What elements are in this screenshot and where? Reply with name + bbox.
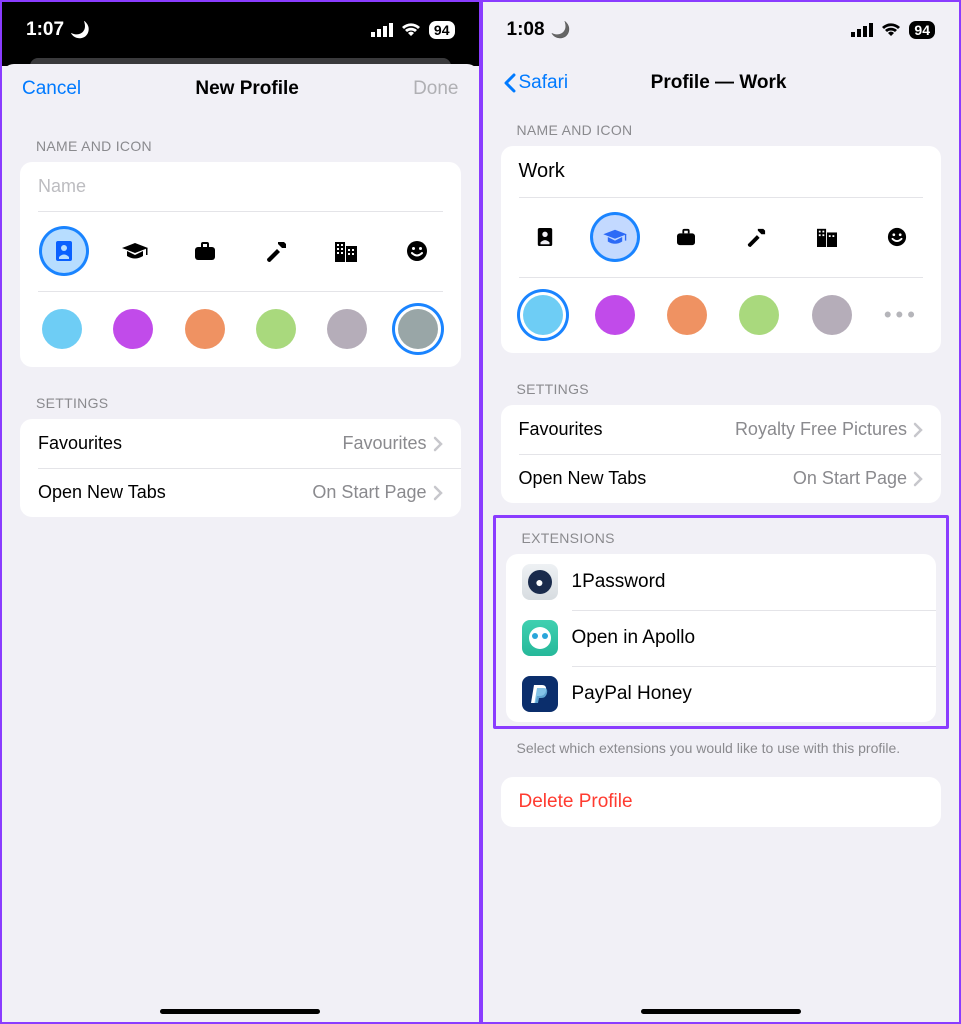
nav-title: Profile — Work [651,72,787,94]
battery-indicator: 94 [429,21,455,39]
row-value: Royalty Free Pictures [735,419,907,440]
screenshot-profile-work: 1:08 94 Safari Profile — Work NAME AND I… [481,0,961,1024]
status-bar: 1:08 94 [483,2,960,58]
row-value: On Start Page [793,468,907,489]
color-slate[interactable] [398,309,438,349]
row-label: Favourites [519,419,603,440]
icon-smiley[interactable] [875,215,919,259]
color-picker-row [20,291,461,367]
section-header-name-icon: NAME AND ICON [2,110,479,162]
color-sky[interactable] [523,295,563,335]
icon-graduation[interactable] [593,215,637,259]
chevron-right-icon [433,436,443,452]
settings-card: Favourites Royalty Free Pictures Open Ne… [501,405,942,503]
extension-label: Open in Apollo [572,627,696,649]
profile-name-field[interactable]: Work [501,146,942,197]
color-green[interactable] [256,309,296,349]
section-header-extensions: EXTENSIONS [496,524,947,554]
extension-label: 1Password [572,571,666,593]
profile-name-value: Work [519,160,565,183]
icon-building[interactable] [324,229,368,273]
color-purple[interactable] [113,309,153,349]
chevron-right-icon [433,485,443,501]
status-bar: 1:07 94 [2,2,479,58]
extensions-footnote: Select which extensions you would like t… [483,729,960,759]
app-icon-1password: ● [522,564,558,600]
modal-sheet: Cancel New Profile Done NAME AND ICON [2,64,479,1022]
row-label: Open New Tabs [38,482,166,503]
icon-building[interactable] [805,215,849,259]
color-orange[interactable] [185,309,225,349]
status-time: 1:07 [26,19,64,41]
wifi-icon [401,23,421,37]
extensions-card: ● 1Password Open in Apollo PayPal Honey [506,554,937,722]
delete-card: Delete Profile [501,777,942,827]
name-icon-card [20,162,461,367]
dnd-icon [551,19,571,41]
profile-name-field[interactable] [20,162,461,211]
favourites-row[interactable]: Favourites Royalty Free Pictures [501,405,942,454]
favourites-row[interactable]: Favourites Favourites [20,419,461,468]
cellular-icon [371,23,393,37]
section-header-name-icon: NAME AND ICON [483,104,960,146]
name-icon-card: Work [501,146,942,353]
app-icon-apollo [522,620,558,656]
row-value: On Start Page [312,482,426,503]
icon-hammer[interactable] [734,215,778,259]
color-sky[interactable] [42,309,82,349]
app-icon-paypal [522,676,558,712]
extension-1password[interactable]: ● 1Password [506,554,937,610]
cancel-button[interactable]: Cancel [22,78,81,100]
more-colors-button[interactable]: ••• [884,302,919,328]
icon-picker-row [501,197,942,277]
section-header-settings: SETTINGS [2,367,479,419]
extensions-highlight: EXTENSIONS ● 1Password Open in Apollo Pa… [493,515,950,729]
row-label: Open New Tabs [519,468,647,489]
icon-picker-row [20,211,461,291]
nav-bar: Cancel New Profile Done [2,64,479,110]
icon-badge-id[interactable] [42,229,86,273]
cellular-icon [851,23,873,37]
delete-profile-button[interactable]: Delete Profile [501,777,942,827]
color-gray[interactable] [812,295,852,335]
icon-graduation[interactable] [113,229,157,273]
done-button[interactable]: Done [413,78,458,100]
icon-badge-id[interactable] [523,215,567,259]
color-picker-row: ••• [501,277,942,353]
extension-paypal-honey[interactable]: PayPal Honey [506,666,937,722]
extension-label: PayPal Honey [572,683,692,705]
home-indicator[interactable] [160,1009,320,1014]
open-new-tabs-row[interactable]: Open New Tabs On Start Page [20,468,461,517]
profile-name-input[interactable] [38,176,443,197]
color-gray[interactable] [327,309,367,349]
open-new-tabs-row[interactable]: Open New Tabs On Start Page [501,454,942,503]
back-label: Safari [519,72,569,94]
wifi-icon [881,23,901,37]
icon-briefcase[interactable] [664,215,708,259]
back-button[interactable]: Safari [503,72,569,94]
nav-title: New Profile [195,78,298,100]
color-purple[interactable] [595,295,635,335]
section-header-settings: SETTINGS [483,353,960,405]
dnd-icon [70,19,90,41]
battery-indicator: 94 [909,21,935,39]
status-time: 1:08 [507,19,545,41]
icon-smiley[interactable] [395,229,439,273]
row-label: Favourites [38,433,122,454]
home-indicator[interactable] [641,1009,801,1014]
extension-open-in-apollo[interactable]: Open in Apollo [506,610,937,666]
row-value: Favourites [342,433,426,454]
nav-bar: Safari Profile — Work [483,58,960,104]
color-green[interactable] [739,295,779,335]
delete-label: Delete Profile [519,791,633,813]
chevron-right-icon [913,471,923,487]
color-orange[interactable] [667,295,707,335]
chevron-right-icon [913,422,923,438]
screenshot-new-profile: 1:07 94 Cancel New Profile Done NAME AND… [0,0,481,1024]
icon-briefcase[interactable] [183,229,227,273]
icon-hammer[interactable] [254,229,298,273]
settings-card: Favourites Favourites Open New Tabs On S… [20,419,461,517]
